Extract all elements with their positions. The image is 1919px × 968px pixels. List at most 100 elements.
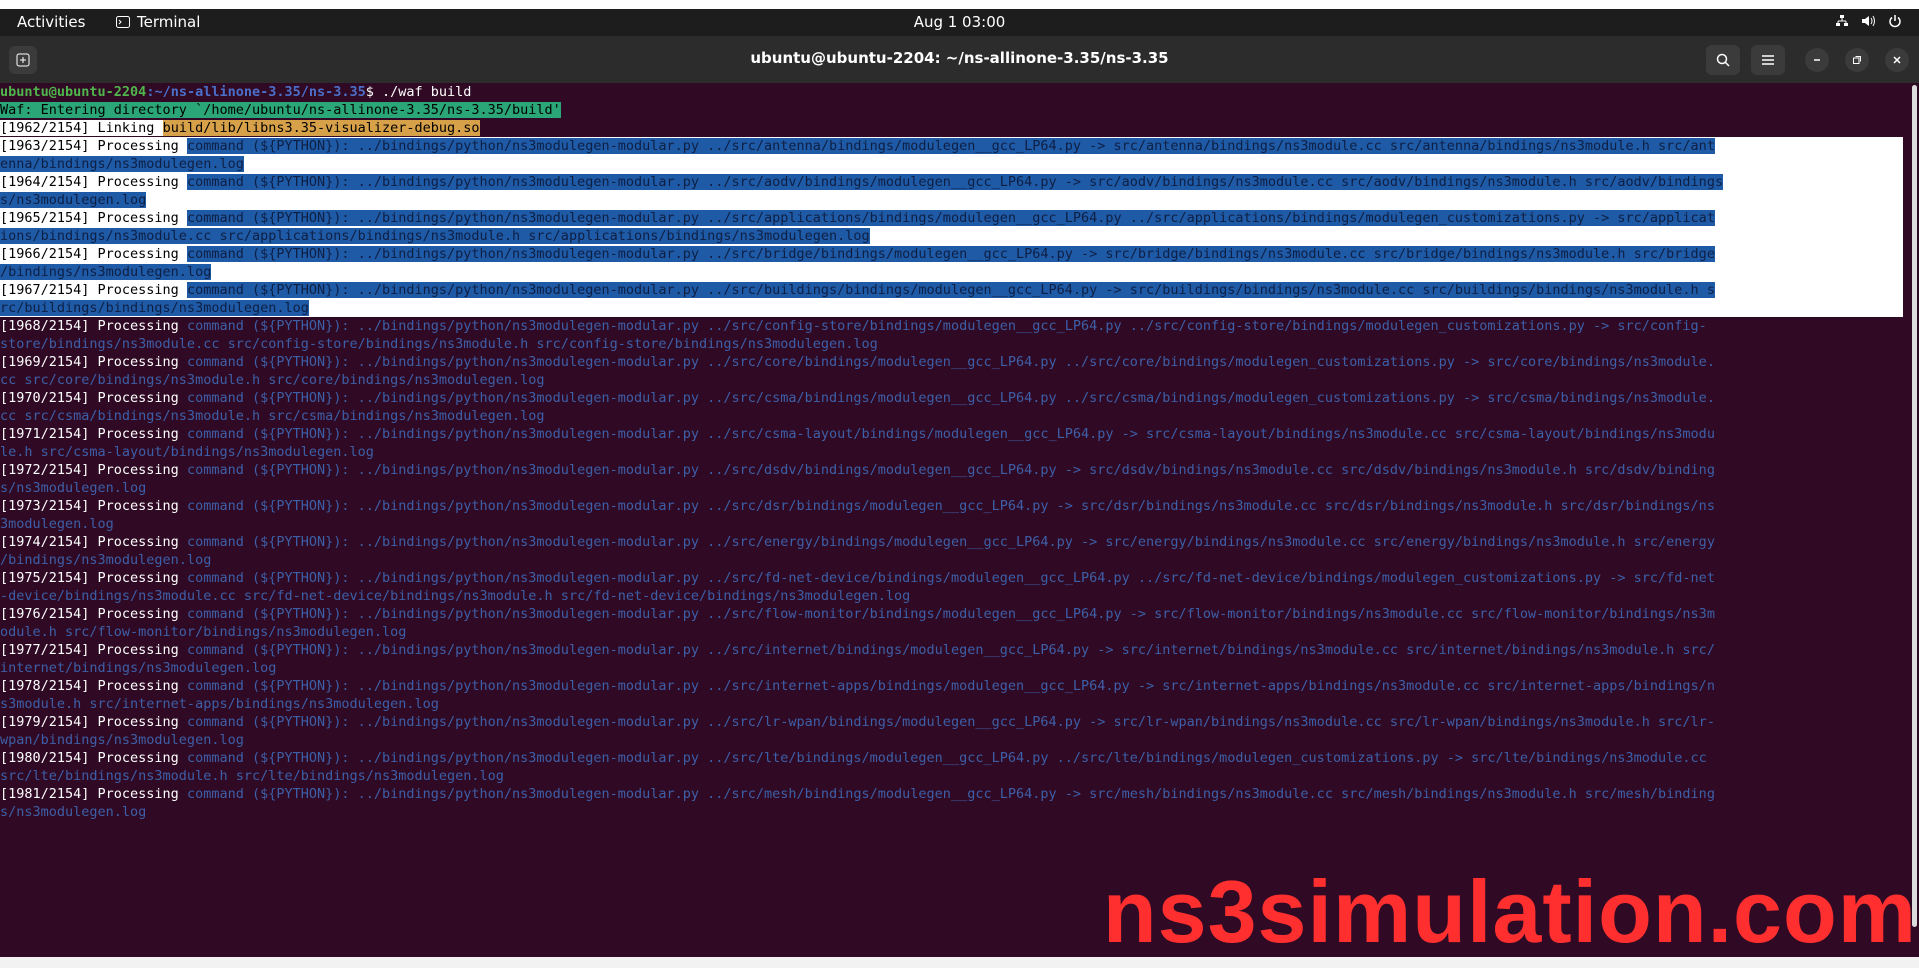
line-status: [1970/2154] Processing [0, 390, 187, 406]
line-command: command (${PYTHON}): ../bindings/python/… [186, 246, 1715, 262]
output-line: [1975/2154] Processing command (${PYTHON… [0, 569, 1903, 587]
waf-line: Waf: Entering directory `/home/ubuntu/ns… [0, 101, 1903, 119]
output-line-wrap: ions/bindings/ns3module.cc src/applicati… [0, 227, 1903, 245]
output-line: [1964/2154] Processing command (${PYTHON… [0, 173, 1903, 191]
output-line-wrap: s/ns3modulegen.log [0, 191, 1903, 209]
output-line: [1979/2154] Processing command (${PYTHON… [0, 713, 1903, 731]
output-line-wrap: rc/buildings/bindings/ns3modulegen.log [0, 299, 1903, 317]
entered-command: ./waf build [382, 84, 472, 100]
line-status: [1967/2154] Processing [0, 282, 187, 298]
line-status: [1972/2154] Processing [0, 462, 187, 478]
minimize-icon [1814, 59, 1820, 61]
output-line: [1966/2154] Processing command (${PYTHON… [0, 245, 1903, 263]
line-status: [1974/2154] Processing [0, 534, 187, 550]
hamburger-icon [1762, 55, 1774, 65]
line-status: [1973/2154] Processing [0, 498, 187, 514]
line-status: [1980/2154] Processing [0, 750, 187, 766]
line-command-wrap: -device/bindings/ns3module.cc src/fd-net… [0, 588, 911, 604]
output-line-wrap: /bindings/ns3modulegen.log [0, 551, 1903, 569]
line-command-wrap: /bindings/ns3modulegen.log [0, 552, 212, 568]
line-command: command (${PYTHON}): ../bindings/python/… [186, 534, 1715, 550]
search-button[interactable] [1706, 45, 1740, 75]
prompt-line: ubuntu@ubuntu-2204:~/ns-allinone-3.35/ns… [0, 83, 1903, 101]
search-icon [1716, 53, 1730, 67]
terminal-output: ubuntu@ubuntu-2204:~/ns-allinone-3.35/ns… [0, 83, 1903, 821]
power-icon [1889, 15, 1901, 28]
line-command: command (${PYTHON}): ../bindings/python/… [186, 390, 1715, 406]
system-tray[interactable] [1835, 14, 1902, 28]
output-line-wrap: enna/bindings/ns3modulegen.log [0, 155, 1903, 173]
output-line-wrap: wpan/bindings/ns3modulegen.log [0, 731, 1903, 749]
output-line-wrap: s3module.h src/internet-apps/bindings/ns… [0, 695, 1903, 713]
line-command-wrap: ions/bindings/ns3module.cc src/applicati… [0, 228, 870, 244]
output-line-wrap: 3modulegen.log [0, 515, 1903, 533]
window-title: ubuntu@ubuntu-2204: ~/ns-allinone-3.35/n… [750, 49, 1169, 67]
output-line-wrap: store/bindings/ns3module.cc src/config-s… [0, 335, 1903, 353]
line-command-wrap: src/lte/bindings/ns3module.h src/lte/bin… [0, 768, 504, 784]
output-line: [1968/2154] Processing command (${PYTHON… [0, 317, 1903, 335]
desktop: Activities Terminal Aug 1 03:00 ubuntu@u… [0, 0, 1919, 968]
line-command: command (${PYTHON}): ../bindings/python/… [186, 462, 1715, 478]
line-command-wrap: s3module.h src/internet-apps/bindings/ns… [0, 696, 439, 712]
prompt-user: ubuntu@ubuntu-2204 [0, 84, 147, 100]
bottom-strip [0, 957, 1919, 968]
output-line: [1971/2154] Processing command (${PYTHON… [0, 425, 1903, 443]
line-command: command (${PYTHON}): ../bindings/python/… [186, 678, 1715, 694]
output-line-wrap: -device/bindings/ns3module.cc src/fd-net… [0, 587, 1903, 605]
line-command: command (${PYTHON}): ../bindings/python/… [186, 318, 1707, 334]
line-command: command (${PYTHON}): ../bindings/python/… [186, 606, 1715, 622]
line-command: command (${PYTHON}): ../bindings/python/… [186, 354, 1715, 370]
line-command-wrap: rc/buildings/bindings/ns3modulegen.log [0, 300, 309, 316]
restore-icon [1853, 56, 1861, 64]
link-prefix: [1962/2154] Linking [0, 120, 163, 136]
volume-icon [1862, 15, 1875, 27]
line-command-wrap: store/bindings/ns3module.cc src/config-s… [0, 336, 878, 352]
scrollbar[interactable] [1912, 85, 1917, 927]
line-status: [1981/2154] Processing [0, 786, 187, 802]
line-command-wrap: enna/bindings/ns3modulegen.log [0, 156, 244, 172]
line-command-wrap: cc src/core/bindings/ns3module.h src/cor… [0, 372, 545, 388]
close-button[interactable] [1885, 48, 1909, 72]
line-command-wrap: odule.h src/flow-monitor/bindings/ns3mod… [0, 624, 407, 640]
output-line-wrap: /bindings/ns3modulegen.log [0, 263, 1903, 281]
clock[interactable]: Aug 1 03:00 [0, 13, 1919, 31]
line-command-wrap: s/ns3modulegen.log [0, 804, 147, 820]
line-status: [1978/2154] Processing [0, 678, 187, 694]
line-command: command (${PYTHON}): ../bindings/python/… [186, 426, 1715, 442]
line-command: command (${PYTHON}): ../bindings/python/… [186, 642, 1715, 658]
prompt-path: :~/ns-allinone-3.35/ns-3.35 [146, 84, 366, 100]
output-line: [1969/2154] Processing command (${PYTHON… [0, 353, 1903, 371]
line-status: [1965/2154] Processing [0, 210, 187, 226]
line-command-wrap: s/ns3modulegen.log [0, 192, 147, 208]
terminal-area[interactable]: ubuntu@ubuntu-2204:~/ns-allinone-3.35/ns… [0, 83, 1919, 957]
output-line: [1974/2154] Processing command (${PYTHON… [0, 533, 1903, 551]
output-line: [1963/2154] Processing command (${PYTHON… [0, 137, 1903, 155]
line-status: [1968/2154] Processing [0, 318, 187, 334]
line-status: [1963/2154] Processing [0, 138, 187, 154]
gnome-top-bar: Activities Terminal Aug 1 03:00 [0, 9, 1919, 36]
output-line-wrap: s/ns3modulegen.log [0, 479, 1903, 497]
line-command: command (${PYTHON}): ../bindings/python/… [186, 570, 1715, 586]
line-command: command (${PYTHON}): ../bindings/python/… [186, 210, 1715, 226]
line-command-wrap: wpan/bindings/ns3modulegen.log [0, 732, 244, 748]
maximize-button[interactable] [1845, 48, 1869, 72]
line-status: [1971/2154] Processing [0, 426, 187, 442]
minimize-button[interactable] [1805, 48, 1829, 72]
output-line: [1978/2154] Processing command (${PYTHON… [0, 677, 1903, 695]
line-status: [1964/2154] Processing [0, 174, 187, 190]
line-command: command (${PYTHON}): ../bindings/python/… [186, 498, 1715, 514]
output-line: [1970/2154] Processing command (${PYTHON… [0, 389, 1903, 407]
output-line: [1967/2154] Processing command (${PYTHON… [0, 281, 1903, 299]
line-command-wrap: 3modulegen.log [0, 516, 114, 532]
line-command-wrap: s/ns3modulegen.log [0, 480, 147, 496]
line-command-wrap: internet/bindings/ns3modulegen.log [0, 660, 277, 676]
line-command: command (${PYTHON}): ../bindings/python/… [186, 282, 1715, 298]
prompt-symbol: $ [365, 84, 383, 100]
line-status: [1975/2154] Processing [0, 570, 187, 586]
output-line-wrap: cc src/csma/bindings/ns3module.h src/csm… [0, 407, 1903, 425]
output-line-wrap: s/ns3modulegen.log [0, 803, 1903, 821]
menu-button[interactable] [1751, 45, 1785, 75]
output-line: [1980/2154] Processing command (${PYTHON… [0, 749, 1903, 767]
output-line-wrap: cc src/core/bindings/ns3module.h src/cor… [0, 371, 1903, 389]
network-icon [1836, 15, 1848, 26]
